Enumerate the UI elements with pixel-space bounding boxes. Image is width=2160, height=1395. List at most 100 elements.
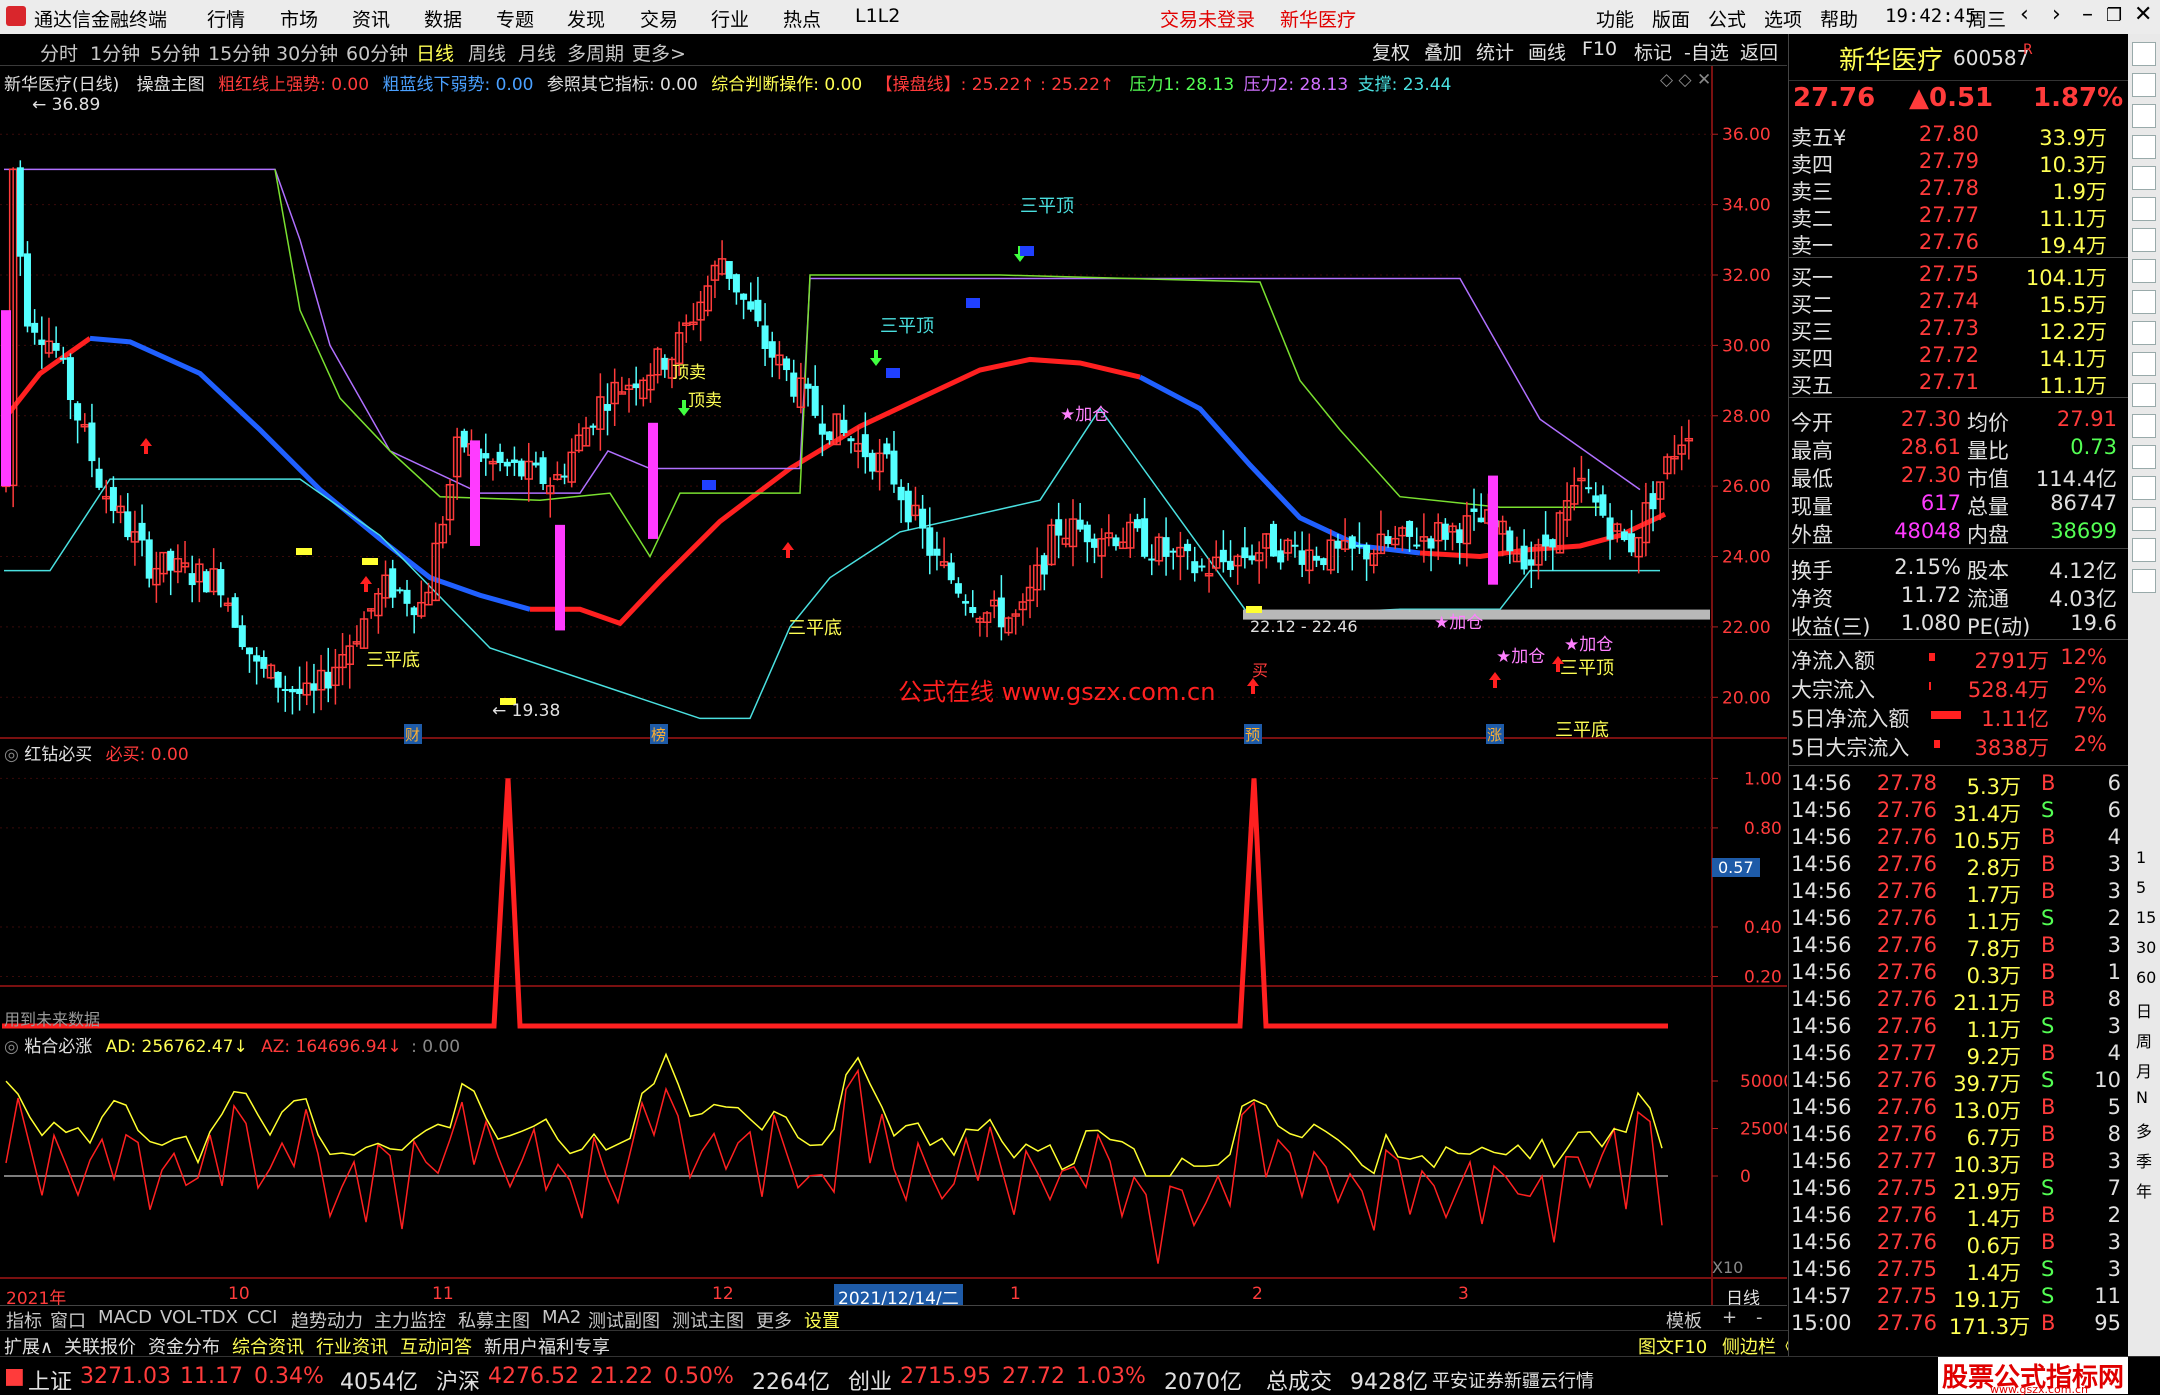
side-period-2[interactable]: 15	[2136, 908, 2156, 927]
btab-cci[interactable]: CCI	[247, 1307, 277, 1328]
chart-area[interactable]: 36.00 34.00 32.00 30.00 28.00 26.00 24.00 22.00…	[0, 66, 1787, 1305]
tick-row-cell: B	[2041, 879, 2056, 903]
side-tool-icon[interactable]	[2132, 259, 2156, 283]
sz-label[interactable]: 沪深	[436, 1364, 480, 1395]
side-tool-icon[interactable]	[2132, 104, 2156, 128]
tick-row-cell: 8	[2107, 1122, 2121, 1146]
candle-body	[1413, 544, 1421, 547]
chart-header-icons[interactable]: ◇ ◇ ✕	[1660, 70, 1711, 90]
candle-body	[1133, 519, 1141, 529]
menu-gongshi[interactable]: 公式	[1708, 5, 1746, 32]
f10-button[interactable]: F10	[1582, 38, 1617, 60]
huaxian-button[interactable]: 画线	[1528, 38, 1566, 65]
sh-change: 11.17	[180, 1364, 243, 1389]
restore-icon[interactable]: ❐	[2106, 5, 2122, 26]
chart-formula[interactable]: 操盘主图	[137, 75, 205, 95]
biaoji-button[interactable]: 标记	[1634, 38, 1672, 65]
side-tool-icon[interactable]	[2132, 507, 2156, 531]
side-tool-icon[interactable]	[2132, 166, 2156, 190]
menu-faxian[interactable]: 发现	[567, 5, 605, 32]
side-tool-icon[interactable]	[2132, 321, 2156, 345]
close-icon[interactable]: ✕	[2134, 2, 2152, 27]
side-tool-icon[interactable]	[2132, 445, 2156, 469]
side-tool-icon[interactable]	[2132, 538, 2156, 562]
menu-bangzhu[interactable]: 帮助	[1820, 5, 1858, 32]
side-period-0[interactable]: 1	[2136, 848, 2146, 867]
minimize-icon[interactable]: –	[2082, 2, 2093, 27]
ask-row: 卖四 27.79 10.3万	[1789, 147, 2129, 177]
menu-xuanxiang[interactable]: 选项	[1764, 5, 1802, 32]
tick-row-cell: S	[2041, 1014, 2055, 1038]
tab-monthly[interactable]: 月线	[518, 39, 556, 66]
menu-redian[interactable]: 热点	[783, 5, 821, 32]
tab-60min[interactable]: 60分钟	[346, 39, 408, 66]
main-y-tick-label: 20.00	[1722, 688, 1771, 708]
side-tool-icon[interactable]	[2132, 197, 2156, 221]
tab-1min[interactable]: 1分钟	[90, 39, 140, 66]
side-tool-icon[interactable]	[2132, 228, 2156, 252]
side-period-10[interactable]: 季	[2136, 1148, 2152, 1172]
forward-icon[interactable]: ›	[2052, 2, 2061, 27]
stat-row-cell: 0.73	[2070, 435, 2117, 459]
tab-more[interactable]: 更多>	[632, 39, 686, 66]
menu-hangye[interactable]: 行业	[711, 5, 749, 32]
tick-row-cell: S	[2041, 798, 2055, 822]
side-period-9[interactable]: 多	[2136, 1118, 2152, 1142]
btab-vol[interactable]: VOL-TDX	[160, 1307, 238, 1328]
side-period-6[interactable]: 周	[2136, 1028, 2152, 1052]
btab-plus[interactable]: +	[1722, 1307, 1737, 1328]
tab-multi[interactable]: 多周期	[567, 39, 624, 66]
menu-banmian[interactable]: 版面	[1652, 5, 1690, 32]
side-period-11[interactable]: 年	[2136, 1178, 2152, 1202]
side-period-1[interactable]: 5	[2136, 878, 2146, 897]
tab-daily[interactable]: 日线	[416, 39, 454, 66]
az-line	[5, 1068, 1663, 1264]
side-period-3[interactable]: 30	[2136, 938, 2156, 957]
login-status[interactable]: 交易未登录	[1160, 5, 1255, 32]
tab-30min[interactable]: 30分钟	[276, 39, 338, 66]
fanhui-button[interactable]: 返回	[1740, 38, 1778, 65]
fuquan-button[interactable]: 复权	[1372, 38, 1410, 65]
side-tool-icon[interactable]	[2132, 414, 2156, 438]
side-tool-icon[interactable]	[2132, 569, 2156, 593]
side-period-5[interactable]: 日	[2136, 998, 2152, 1022]
btab-ma2[interactable]: MA2	[542, 1307, 581, 1328]
menu-zixun[interactable]: 资讯	[352, 5, 390, 32]
side-tool-icon[interactable]	[2132, 135, 2156, 159]
menu-hangqing[interactable]: 行情	[207, 5, 245, 32]
menu-zhuanti[interactable]: 专题	[496, 5, 534, 32]
menu-jiaoyi[interactable]: 交易	[640, 5, 678, 32]
tick-row: 14:56 27.76 21.1万 B 8	[1789, 985, 2129, 1015]
side-tool-icon[interactable]	[2132, 476, 2156, 500]
back-icon[interactable]: ‹	[2020, 2, 2029, 27]
tab-weekly[interactable]: 周线	[468, 39, 506, 66]
zixuan-button[interactable]: -自选	[1684, 38, 1729, 65]
tongji-button[interactable]: 统计	[1476, 38, 1514, 65]
tab-fenshi[interactable]: 分时	[40, 39, 78, 66]
menu-shuju[interactable]: 数据	[424, 5, 462, 32]
side-tool-icon[interactable]	[2132, 290, 2156, 314]
sh-label[interactable]: 上证	[28, 1364, 72, 1395]
x10-label: X10	[1712, 1258, 1744, 1277]
signal-dingmai: 顶卖	[672, 363, 706, 383]
side-period-8[interactable]: N	[2136, 1088, 2148, 1107]
candle-body	[38, 339, 46, 345]
side-period-7[interactable]: 月	[2136, 1058, 2152, 1082]
menu-gongneng[interactable]: 功能	[1596, 5, 1634, 32]
side-tool-icon[interactable]	[2132, 383, 2156, 407]
side-tool-icon[interactable]	[2132, 42, 2156, 66]
candle-body	[790, 372, 798, 397]
btab-macd[interactable]: MACD	[98, 1307, 152, 1328]
indicator2-name[interactable]: 粘合必涨	[24, 1037, 92, 1057]
menu-l1l2[interactable]: L1L2	[855, 5, 900, 27]
menu-shichang[interactable]: 市场	[280, 5, 318, 32]
btab-minus[interactable]: -	[1756, 1307, 1763, 1328]
diejia-button[interactable]: 叠加	[1424, 38, 1462, 65]
side-period-4[interactable]: 60	[2136, 968, 2156, 987]
tab-5min[interactable]: 5分钟	[150, 39, 200, 66]
tab-15min[interactable]: 15分钟	[208, 39, 270, 66]
side-tool-icon[interactable]	[2132, 73, 2156, 97]
indicator1-name[interactable]: 红钻必买	[24, 745, 92, 765]
side-tool-icon[interactable]	[2132, 352, 2156, 376]
cy-label[interactable]: 创业	[848, 1364, 892, 1395]
